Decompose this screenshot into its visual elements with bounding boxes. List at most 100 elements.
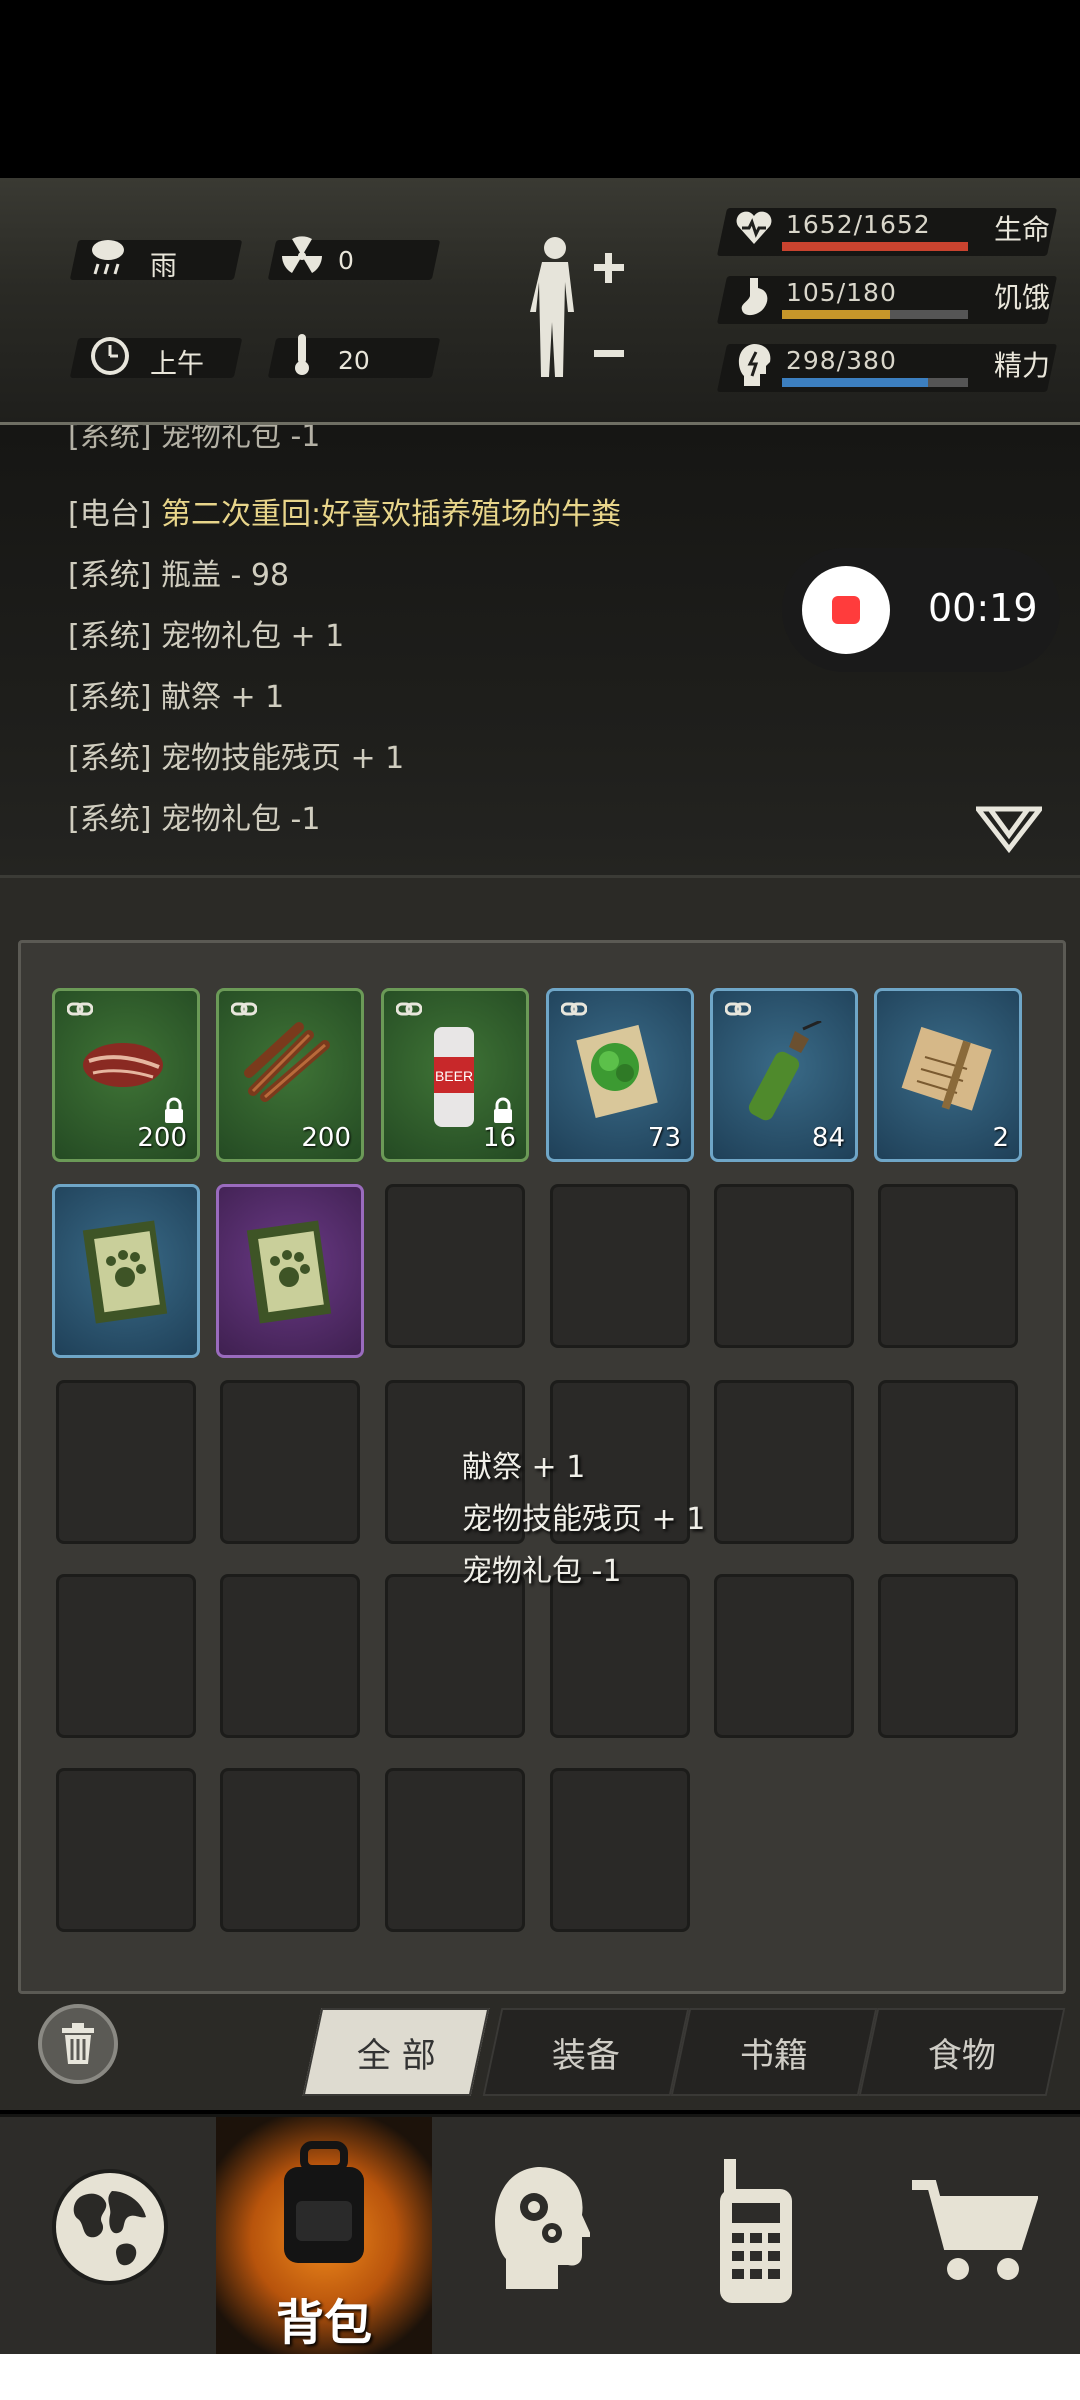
nav-world[interactable] [0,2117,216,2357]
screen-recorder-pill[interactable]: 00:19 [782,548,1060,672]
nav-shop[interactable] [864,2117,1080,2357]
walkie-talkie-icon [720,2159,792,2303]
inventory-slot[interactable] [550,1768,690,1932]
item-quantity: 200 [137,1123,187,1153]
log-line: [系统] 宠物技能残页 + 1 [68,733,404,777]
beer-can-icon: BEER [404,1021,504,1135]
trash-button[interactable] [38,2004,118,2084]
energy-bar [782,378,968,387]
float-message: 献祭 + 1 [462,1450,586,1485]
float-message: 宠物礼包 -1 [462,1554,622,1589]
link-icon [66,1001,94,1021]
weather-text: 雨 [150,251,177,282]
hunger-label: 饥饿 [994,281,1051,314]
radiation-icon [282,236,322,273]
home-indicator[interactable] [346,2376,730,2386]
inventory-slot-map-scroll[interactable]: 2 [874,988,1022,1162]
nav-skills[interactable] [432,2117,648,2357]
body-status-icon[interactable] [520,232,630,382]
inventory-slot-herb-paper[interactable]: 73 [546,988,694,1162]
inventory-tabs: 全 部 装备 书籍 食物 [302,2008,1066,2096]
log-text: 宠物礼包 + 1 [160,619,345,654]
thermometer-icon [295,334,309,375]
heart-icon [736,211,772,244]
nav-backpack-label: 背包 [275,2295,372,2351]
health-value: 1652/1652 [786,210,931,239]
record-stop-icon [832,596,860,624]
hunger-value: 105/180 [786,278,897,307]
nav-backpack[interactable]: 背包 [216,2117,432,2357]
expand-log-chevron-icon[interactable] [976,805,1042,855]
nav-radio[interactable] [648,2117,864,2357]
jerky-icon [239,1021,339,1115]
link-icon [560,1001,588,1021]
log-line-radio: [电台] 第二次重回:好喜欢插养殖场的牛粪 [68,489,621,533]
hunger-bar [782,310,968,319]
item-quantity: 84 [811,1123,845,1153]
health-bar [782,242,968,251]
log-text: 宠物礼包 -1 [160,802,321,837]
recording-time: 00:19 [928,586,1038,630]
inventory-slot[interactable] [220,1574,360,1738]
inventory-slot[interactable] [714,1184,854,1348]
trash-icon [62,2023,94,2064]
inventory-slot[interactable] [878,1184,1018,1348]
inventory-slot[interactable] [714,1574,854,1738]
log-tag: [系统] [68,802,152,837]
inventory-slot[interactable] [220,1380,360,1544]
item-quantity: 200 [301,1123,351,1153]
inventory-slot-beer-can[interactable]: BEER 16 [381,988,529,1162]
pet-book-icon [75,1217,175,1331]
inventory-slot[interactable] [220,1768,360,1932]
inventory-slot[interactable] [878,1574,1018,1738]
item-quantity: 73 [647,1123,681,1153]
log-tag: [系统] [68,619,152,654]
inventory-slot[interactable] [550,1184,690,1348]
link-icon [230,1001,258,1021]
log-line: [系统] 瓶盖 - 98 [68,550,289,594]
pet-book-icon [239,1217,339,1331]
molotov-icon [733,1019,833,1135]
inventory-slot-jerky[interactable]: 200 [216,988,364,1162]
inventory-slot-pet-book[interactable] [52,1184,200,1358]
inventory-slot[interactable] [385,1574,525,1738]
inventory-slot[interactable] [714,1380,854,1544]
log-text: 宠物技能残页 + 1 [160,741,405,776]
inventory-slot[interactable] [56,1380,196,1544]
herb-paper-icon [569,1021,669,1125]
log-line: [系统] 宠物礼包 + 1 [68,611,344,655]
radiation-value: 0 [338,246,354,275]
inventory-slot-pet-book[interactable] [216,1184,364,1358]
log-line: [系统] 献祭 + 1 [68,672,284,716]
tab-books[interactable]: 书籍 [670,2008,878,2096]
link-icon [724,1001,752,1021]
tab-equipment[interactable]: 装备 [482,2008,690,2096]
shopping-cart-icon [912,2180,1038,2280]
link-icon [395,1001,423,1021]
bottom-nav: 背包 [0,2114,1080,2357]
inventory-slot-molotov[interactable]: 84 [710,988,858,1162]
stomach-icon [741,278,768,316]
inventory-slot[interactable] [56,1574,196,1738]
tab-food[interactable]: 食物 [858,2008,1066,2096]
log-tag: [电台] [68,497,152,532]
inventory-slot[interactable] [385,1768,525,1932]
time-of-day-text: 上午 [150,349,204,380]
head-gears-icon [495,2167,590,2289]
float-message: 宠物技能残页 + 1 [462,1502,706,1537]
log-tag: [系统] [68,680,152,715]
tab-all[interactable]: 全 部 [302,2008,490,2096]
inventory-slot[interactable] [385,1184,525,1348]
stop-recording-button[interactable] [802,566,890,654]
inventory-slot[interactable] [550,1574,690,1738]
item-quantity: 16 [482,1123,516,1153]
steak-icon [75,1021,175,1105]
energy-value: 298/380 [786,346,897,375]
log-text: 第二次重回:好喜欢插养殖场的牛粪 [160,497,622,532]
inventory-slot[interactable] [56,1768,196,1932]
inventory-slot-steak[interactable]: 200 [52,988,200,1162]
status-bar: 雨 0 上午 20 1652/1652 生命 105/180 饥饿 298/38… [0,178,1080,425]
rain-cloud-icon [92,240,124,275]
inventory-slot[interactable] [878,1380,1018,1544]
backpack-icon [284,2141,364,2263]
